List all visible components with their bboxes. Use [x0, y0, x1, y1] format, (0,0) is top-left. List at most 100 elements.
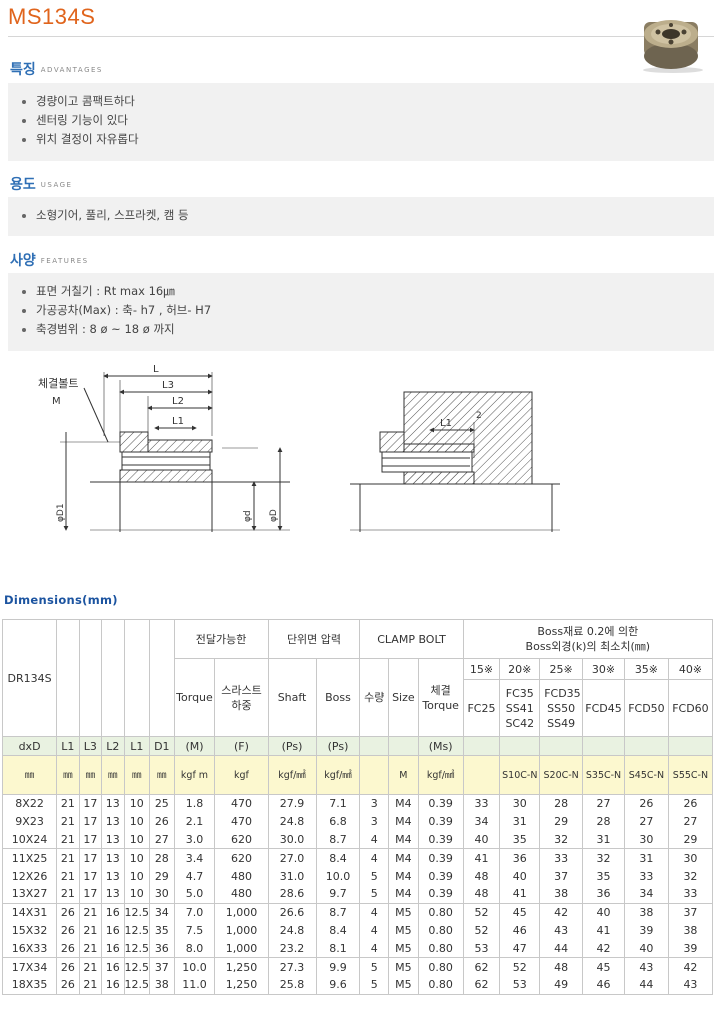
bolt-label: 체결볼트 [38, 377, 78, 390]
table-row: 15X32 26 21 16 12.5 35 7.5 1,000 24.8 8.4 4 M5 0.80 5… [1, 921, 714, 940]
table-cell: M4 [388, 812, 419, 831]
table-cell: 4 [359, 830, 390, 849]
table-row: 18X35 26 21 16 12.5 38 11.0 1,250 25.8 9.6 5 M5 0.80… [1, 975, 714, 995]
table-cell: 12.5 [123, 902, 151, 922]
dim-d1: φD1 [56, 503, 66, 522]
header-material: FCD45 [582, 679, 625, 737]
table-cell: 0.39 [417, 884, 464, 904]
table-cell: 13 [101, 884, 125, 904]
table-cell: 40 [499, 867, 541, 885]
table-cell: L1 [123, 736, 151, 756]
table-cell: 21 [56, 793, 80, 813]
list-item: 축경범위 : 8 ø ~ 18 ø 까지 [8, 320, 714, 339]
table-cell [359, 755, 390, 795]
table-cell: 12.5 [123, 921, 151, 940]
table-cell: 44 [623, 975, 669, 995]
table-cell: 32 [667, 867, 714, 885]
table-cell: M4 [388, 793, 419, 813]
table-cell: 21 [56, 848, 80, 868]
table-cell: 1.8 [173, 793, 216, 813]
table-cell: 27.0 [267, 848, 317, 868]
table-cell: 26.6 [267, 902, 317, 922]
table-cell: M5 [388, 939, 419, 958]
table-cell: 25 [149, 793, 175, 813]
table-cell: 26 [56, 921, 80, 940]
features-subtitle: FEATURES [40, 257, 89, 265]
table-cell: 0.80 [417, 921, 464, 940]
table-cell: (F) [214, 736, 269, 756]
table-cell: 62 [462, 975, 501, 995]
table-cell: 10 [123, 830, 151, 849]
table-cell: 4 [359, 902, 390, 922]
table-cell: 31.0 [267, 867, 317, 885]
symbol-row: dxD L1 L3 L2 L1 D1 (M) (F) (Ps) (Ps) (Ms) [1, 736, 714, 756]
table-cell: 4 [359, 921, 390, 940]
table-cell: 8.7 [315, 902, 361, 922]
table-cell: 21 [78, 975, 103, 995]
table-cell: 39 [667, 939, 714, 958]
table-cell: kgf m [173, 755, 216, 795]
header-boss: Boss [315, 658, 361, 737]
technical-drawing: 체결볼트 M L L3 L2 L1 φD1 φd φD L1 2 [38, 364, 560, 532]
table-cell [667, 736, 714, 756]
dim-big-d: φD [269, 509, 279, 522]
table-cell: S10C-N [499, 755, 541, 795]
advantages-title: 특징 [10, 62, 36, 78]
dimensions-title: Dimensions(mm) [4, 593, 118, 607]
table-cell: 42 [582, 939, 625, 958]
table-cell: 5 [359, 975, 390, 995]
table-cell: 17X34 [1, 957, 58, 976]
table-cell: 29 [149, 867, 175, 885]
table-cell: 16 [101, 921, 125, 940]
usage-subtitle: USAGE [40, 181, 73, 189]
table-cell: 10 [123, 848, 151, 868]
table-cell: 17 [78, 830, 103, 849]
table-cell: 4.7 [173, 867, 216, 885]
table-cell: 8.0 [173, 939, 216, 958]
table-cell: 480 [214, 884, 269, 904]
table-cell: ㎜ [101, 755, 125, 795]
table-cell: 28 [539, 793, 584, 813]
table-cell: 1,000 [214, 902, 269, 922]
table-row: 12X26 21 17 13 10 29 4.7 480 31.0 10.0 5 M4 0.39 48 40… [1, 867, 714, 885]
table-cell: 10 [123, 867, 151, 885]
table-cell: 52 [499, 957, 541, 976]
header-shaft: Shaft [267, 658, 317, 737]
table-cell: 13 [101, 830, 125, 849]
table-cell: 27 [667, 812, 714, 831]
header-transmit: 전달가능한 [173, 619, 269, 659]
dim-d: φd [243, 510, 253, 522]
table-cell: 28 [582, 812, 625, 831]
table-cell: 13 [101, 793, 125, 813]
table-cell: 21 [56, 884, 80, 904]
table-cell: 0.80 [417, 902, 464, 922]
table-cell: 12X26 [1, 867, 58, 885]
table-cell: 8.7 [315, 830, 361, 849]
header-material: FCD60 [667, 679, 714, 737]
table-cell: 52 [462, 921, 501, 940]
table-row: 10X24 21 17 13 10 27 3.0 620 30.0 8.7 4 M4 0.39 40 35 3… [1, 830, 714, 849]
table-cell: 3.0 [173, 830, 216, 849]
table-cell: 8X22 [1, 793, 58, 813]
table-cell: 41 [499, 884, 541, 904]
right-dim-l1: L1 [440, 418, 452, 429]
dim-l2: L2 [172, 396, 184, 407]
table-cell: M4 [388, 867, 419, 885]
table-cell: kgf/㎟ [417, 755, 464, 795]
table-cell: ㎜ [56, 755, 80, 795]
table-cell: S55C-N [667, 755, 714, 795]
table-cell: 13 [101, 848, 125, 868]
table-cell: 14X31 [1, 902, 58, 922]
table-cell: 12.5 [123, 957, 151, 976]
table-cell: 45 [582, 957, 625, 976]
table-cell: ㎜ [123, 755, 151, 795]
table-cell: 30 [149, 884, 175, 904]
table-cell: 31 [582, 830, 625, 849]
table-cell: 38 [623, 902, 669, 922]
table-cell: 33 [623, 867, 669, 885]
table-body: 8X22 21 17 13 10 25 1.8 470 27.9 7.1 3 M4 0.39 33 30 28… [1, 793, 714, 995]
table-cell [462, 755, 501, 795]
list-item: 센터링 기능이 있다 [8, 111, 714, 130]
table-cell: 11X25 [1, 848, 58, 868]
table-cell: 10 [123, 884, 151, 904]
